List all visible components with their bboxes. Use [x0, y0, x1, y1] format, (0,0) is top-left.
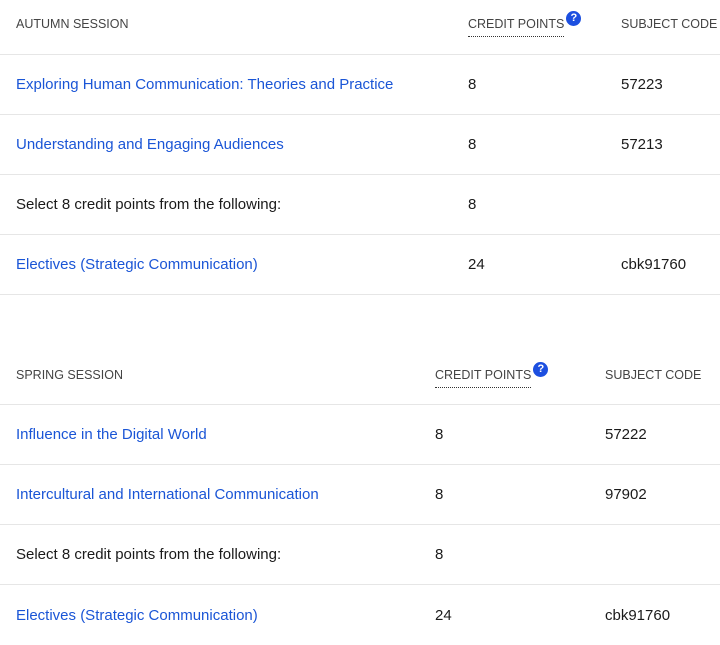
table-header: SPRING SESSION CREDIT POINTS ? SUBJECT C…: [0, 341, 720, 405]
table-header: AUTUMN SESSION CREDIT POINTS ? SUBJECT C…: [0, 0, 720, 55]
credit-points-value: 8: [468, 196, 477, 213]
subject-code-value: 57222: [605, 426, 647, 443]
subject-code-value: 97902: [605, 486, 647, 503]
session-header: AUTUMN SESSION: [16, 17, 129, 31]
table-row: Understanding and Engaging Audiences 8 5…: [0, 115, 720, 175]
table-row: Exploring Human Communication: Theories …: [0, 55, 720, 115]
table-row: Select 8 credit points from the followin…: [0, 175, 720, 235]
subject-link[interactable]: Understanding and Engaging Audiences: [16, 136, 284, 153]
subject-code-value: cbk91760: [605, 606, 671, 624]
selection-instruction: Select 8 credit points from the followin…: [16, 546, 282, 563]
table-row: Select 8 credit points from the followin…: [0, 525, 720, 585]
credit-points-value: 8: [468, 136, 477, 153]
subject-link[interactable]: Intercultural and International Communic…: [16, 486, 319, 503]
subject-code-header: SUBJECT CODE: [605, 368, 702, 382]
credit-points-value: 8: [435, 546, 444, 563]
subject-code-header: SUBJECT CODE: [621, 17, 718, 31]
credit-points-value: 24: [435, 606, 452, 624]
autumn-session-table: AUTUMN SESSION CREDIT POINTS ? SUBJECT C…: [0, 0, 720, 295]
electives-link[interactable]: Electives (Strategic Communication): [16, 256, 258, 273]
credit-points-value: 8: [468, 76, 477, 93]
table-row: Intercultural and International Communic…: [0, 465, 720, 525]
credit-points-value: 8: [435, 426, 444, 443]
table-row: Electives (Strategic Communication) 24 c…: [0, 585, 720, 645]
help-icon[interactable]: ?: [566, 11, 582, 26]
subject-link[interactable]: Exploring Human Communication: Theories …: [16, 76, 393, 93]
electives-link[interactable]: Electives (Strategic Communication): [16, 607, 258, 624]
session-header: SPRING SESSION: [16, 368, 123, 382]
subject-code-value: 57213: [621, 136, 663, 153]
credit-points-header: CREDIT POINTS ?: [435, 341, 549, 404]
credit-points-label[interactable]: CREDIT POINTS: [435, 368, 532, 388]
spring-session-table: SPRING SESSION CREDIT POINTS ? SUBJECT C…: [0, 341, 720, 645]
subject-link[interactable]: Influence in the Digital World: [16, 426, 207, 443]
help-icon[interactable]: ?: [533, 362, 549, 377]
credit-points-value: 8: [435, 486, 444, 503]
table-row: Electives (Strategic Communication) 24 c…: [0, 235, 720, 295]
selection-instruction: Select 8 credit points from the followin…: [16, 196, 282, 213]
subject-code-value: 57223: [621, 76, 663, 93]
credit-points-value: 24: [468, 256, 485, 273]
table-row: Influence in the Digital World 8 57222: [0, 405, 720, 465]
credit-points-label[interactable]: CREDIT POINTS: [468, 17, 565, 37]
subject-code-value: cbk91760: [621, 256, 687, 273]
credit-points-header: CREDIT POINTS ?: [468, 0, 582, 54]
